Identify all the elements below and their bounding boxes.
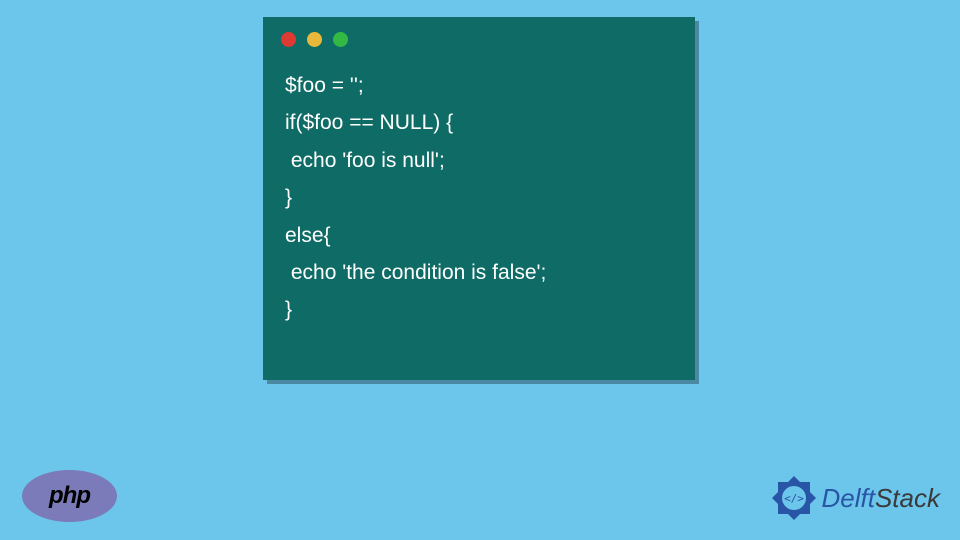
window-controls [263,17,695,47]
svg-text:</>: </> [784,492,804,505]
php-logo: php [22,470,117,522]
maximize-icon [333,32,348,47]
delftstack-icon: </> [770,474,818,522]
delftstack-logo: </> DelftStack [770,474,941,522]
code-line: } [285,186,292,209]
code-line: if($foo == NULL) { [285,111,453,134]
php-logo-text: php [49,482,90,510]
minimize-icon [307,32,322,47]
close-icon [281,32,296,47]
stack-part: Stack [875,483,940,513]
delft-part: Delft [822,483,875,513]
code-line: echo 'the condition is false'; [285,261,546,284]
code-content: $foo = ''; if($foo == NULL) { echo 'foo … [263,47,695,349]
code-line: $foo = ''; [285,74,364,97]
code-line: else{ [285,224,331,247]
delftstack-text: DelftStack [822,483,941,514]
code-line: echo 'foo is null'; [285,149,445,172]
code-window: $foo = ''; if($foo == NULL) { echo 'foo … [263,17,695,380]
code-line: } [285,298,292,321]
